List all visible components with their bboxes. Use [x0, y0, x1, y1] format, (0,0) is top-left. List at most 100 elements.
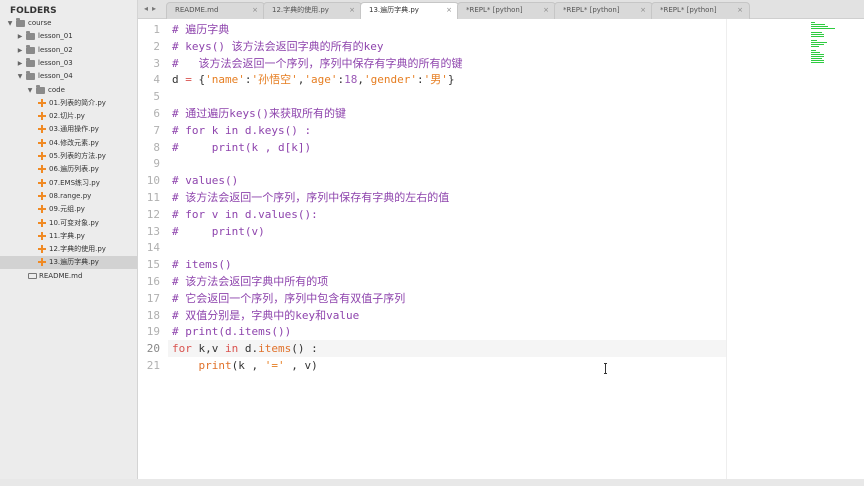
code-token: = — [185, 73, 192, 87]
line-number: 4 — [153, 73, 160, 87]
line-number: 15 — [146, 258, 160, 272]
tab[interactable]: *REPL* [python] × — [651, 2, 750, 19]
sidebar-item[interactable]: ▼ lesson_04 — [0, 70, 137, 83]
code-token: # 该方法会返回字典中所有的项 — [172, 275, 329, 288]
sidebar-item-label: lesson_03 — [38, 58, 73, 67]
minimap-line — [811, 42, 827, 43]
code-token: # 该方法会返回一个序列，序列中保存有字典的所有的键 — [172, 56, 463, 70]
code-line[interactable]: # 该方法会返回一个序列，序列中保存有字典的所有的键 — [172, 55, 463, 72]
code-line[interactable]: # 双值分别是，字典中的key和value — [172, 307, 359, 324]
line-number: 18 — [146, 308, 160, 322]
code-token: 'gender' — [364, 73, 417, 87]
sidebar-item[interactable]: 12.字典的使用.py — [0, 243, 137, 256]
code-editor[interactable]: # 遍历字典 # keys() 该方法会返回字典的所有的key # 该方法会返回一个… — [172, 19, 724, 479]
sidebar-item-label: 03.通用操作.py — [49, 125, 99, 134]
triangle-right-icon[interactable]: ▶ — [16, 57, 24, 70]
code-token: : — [244, 73, 252, 87]
line-number: 12 — [146, 207, 160, 221]
sidebar-item[interactable]: 09.元组.py — [0, 203, 137, 216]
code-token: () : — [291, 342, 318, 356]
code-line[interactable]: print(k , '=' , v) — [172, 357, 318, 374]
folder-icon — [26, 31, 35, 41]
code-line[interactable]: # 遍历字典 — [172, 21, 229, 38]
folder-icon — [26, 57, 35, 67]
triangle-down-icon[interactable]: ▼ — [26, 84, 34, 97]
code-line[interactable]: # items() — [172, 256, 232, 273]
code-line[interactable]: # print(v) — [172, 223, 265, 240]
sidebar-item[interactable]: ▶ lesson_02 — [0, 44, 137, 57]
code-token: # items() — [172, 258, 232, 272]
code-line[interactable]: for k,v in d.items() : — [172, 340, 318, 357]
sidebar-item[interactable]: README.md — [0, 270, 137, 283]
code-line[interactable]: # values() — [172, 172, 238, 189]
triangle-down-icon[interactable]: ▼ — [6, 17, 14, 30]
tab-close-icon[interactable]: × — [446, 3, 452, 18]
code-line[interactable]: # print(d.items()) — [172, 323, 291, 340]
python-file-icon — [38, 258, 46, 267]
horizontal-scrollbar[interactable] — [0, 479, 864, 486]
sidebar-item-label: 11.字典.py — [49, 231, 85, 240]
tab[interactable]: *REPL* [python] × — [457, 2, 556, 19]
python-file-icon — [38, 125, 46, 134]
code-line[interactable]: # print(k , d[k]) — [172, 139, 311, 156]
tab-forward-arrow-icon[interactable]: ▸ — [152, 4, 156, 13]
tab-label: *REPL* [python] — [563, 6, 620, 14]
sidebar-item[interactable]: 01.列表的简介.py — [0, 97, 137, 110]
code-line[interactable]: d = {'name':'孙悟空','age':18,'gender':'男'} — [172, 71, 454, 88]
tab-bar: ◂ ▸ README.md × 12.字典的使用.py × 13.遍历字典.py × *RE… — [138, 0, 864, 19]
code-line[interactable]: # 该方法会返回字典中所有的项 — [172, 273, 328, 290]
sidebar-item[interactable]: 07.EMS练习.py — [0, 177, 137, 190]
sidebar-item[interactable]: 13.遍历字典.py — [0, 256, 137, 270]
sidebar-item[interactable]: 10.可变对象.py — [0, 217, 137, 230]
sidebar-item-label: 01.列表的简介.py — [49, 98, 106, 107]
tab-close-icon[interactable]: × — [252, 3, 258, 18]
sidebar-item[interactable]: ▶ lesson_01 — [0, 30, 137, 43]
sidebar-item[interactable]: ▼ course — [0, 17, 137, 30]
python-file-icon — [38, 178, 46, 187]
sidebar-item-label: 06.遍历列表.py — [49, 165, 99, 174]
code-token: , — [357, 73, 364, 87]
minimap[interactable] — [726, 19, 864, 479]
tab-close-icon[interactable]: × — [640, 3, 646, 18]
tab[interactable]: *REPL* [python] × — [554, 2, 653, 19]
sidebar-item[interactable]: ▶ lesson_03 — [0, 57, 137, 70]
tab[interactable]: README.md × — [166, 2, 265, 19]
tab-close-icon[interactable]: × — [349, 3, 355, 18]
triangle-down-icon[interactable]: ▼ — [16, 70, 24, 83]
sidebar-item-label: README.md — [39, 271, 83, 280]
tab-label: *REPL* [python] — [466, 6, 523, 14]
python-file-icon — [38, 245, 46, 254]
code-token: (k , — [231, 359, 265, 372]
code-line[interactable]: # for k in d.keys() : — [172, 122, 311, 139]
sidebar-item[interactable]: 03.通用操作.py — [0, 123, 137, 136]
sidebar-item[interactable]: ▼ code — [0, 84, 137, 97]
tab[interactable]: 12.字典的使用.py × — [263, 2, 362, 19]
tab-close-icon[interactable]: × — [543, 3, 549, 18]
minimap-line — [811, 24, 826, 25]
tab[interactable]: 13.遍历字典.py × — [360, 2, 459, 19]
python-file-icon — [38, 152, 46, 160]
line-number: 13 — [146, 224, 160, 238]
code-token: 18 — [344, 73, 358, 87]
code-token: # values() — [172, 174, 239, 188]
tab-label: 12.字典的使用.py — [272, 6, 329, 14]
tab-back-arrow-icon[interactable]: ◂ — [144, 4, 148, 13]
sidebar-item[interactable]: 06.遍历列表.py — [0, 163, 137, 176]
python-file-icon — [38, 112, 46, 121]
code-token: in — [225, 342, 239, 356]
code-line[interactable]: # 它会返回一个序列，序列中包含有双值子序列 — [172, 290, 405, 307]
code-line[interactable]: # keys() 该方法会返回字典的所有的key — [172, 38, 383, 55]
sidebar-item[interactable]: 08.range.py — [0, 190, 137, 203]
code-line[interactable]: # for v in d.values(): — [172, 206, 318, 223]
sidebar-item[interactable]: 11.字典.py — [0, 230, 137, 243]
sidebar-item[interactable]: 04.修改元素.py — [0, 137, 137, 150]
sidebar-item[interactable]: 05.列表的方法.py — [0, 150, 137, 163]
tab-close-icon[interactable]: × — [737, 3, 743, 18]
code-token: # print(k , d[k]) — [172, 140, 312, 154]
triangle-right-icon[interactable]: ▶ — [16, 30, 24, 43]
code-line[interactable]: # 该方法会返回一个序列，序列中保存有字典的左右的值 — [172, 189, 449, 206]
sidebar-item[interactable]: 02.切片.py — [0, 110, 137, 123]
code-token: } — [447, 73, 455, 87]
code-line[interactable]: # 通过遍历keys()来获取所有的键 — [172, 105, 346, 122]
triangle-right-icon[interactable]: ▶ — [16, 44, 24, 57]
